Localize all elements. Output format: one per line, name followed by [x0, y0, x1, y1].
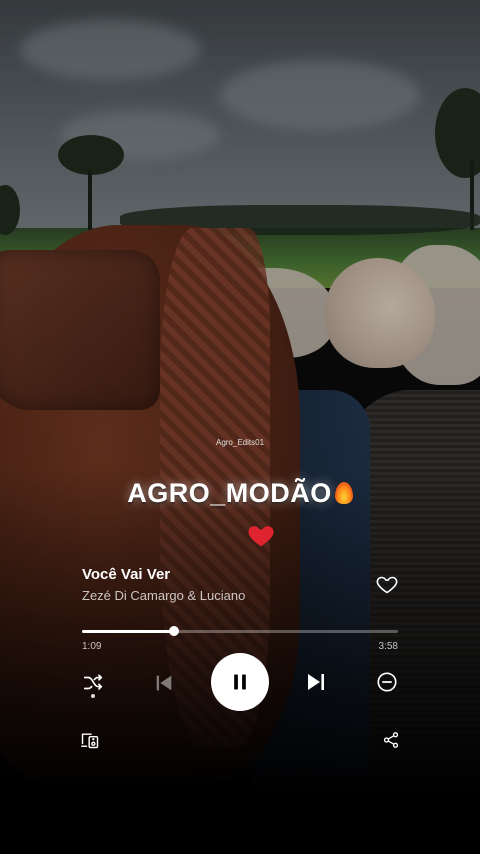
play-pause-button[interactable] — [211, 653, 269, 711]
heart-outline-icon[interactable] — [375, 572, 399, 596]
share-icon[interactable] — [382, 731, 400, 749]
fire-emoji-icon — [334, 482, 353, 504]
total-duration: 3:58 — [378, 641, 398, 652]
progress-bar[interactable] — [82, 626, 398, 636]
skip-previous-icon[interactable] — [153, 672, 175, 694]
background-photo — [0, 0, 480, 854]
progress-thumb[interactable] — [168, 626, 179, 636]
elapsed-time: 1:09 — [82, 641, 102, 652]
headline-caption: AGRO_MODÃO — [0, 478, 480, 509]
track-title: Você Vai Ver — [82, 566, 171, 583]
progress-fill — [82, 630, 174, 633]
pause-icon — [234, 674, 246, 690]
headline-text: AGRO_MODÃO — [127, 478, 332, 508]
track-artist[interactable]: Zezé Di Camargo & Luciano — [82, 588, 245, 603]
red-heart-emoji-icon — [248, 526, 274, 547]
shuffle-icon[interactable] — [82, 672, 104, 694]
minus-circle-icon[interactable] — [376, 671, 398, 693]
shuffle-active-dot — [91, 694, 95, 698]
connect-device-icon[interactable] — [80, 730, 100, 750]
skip-next-icon[interactable] — [304, 670, 328, 694]
watermark-text: Agro_Edits01 — [215, 438, 265, 447]
